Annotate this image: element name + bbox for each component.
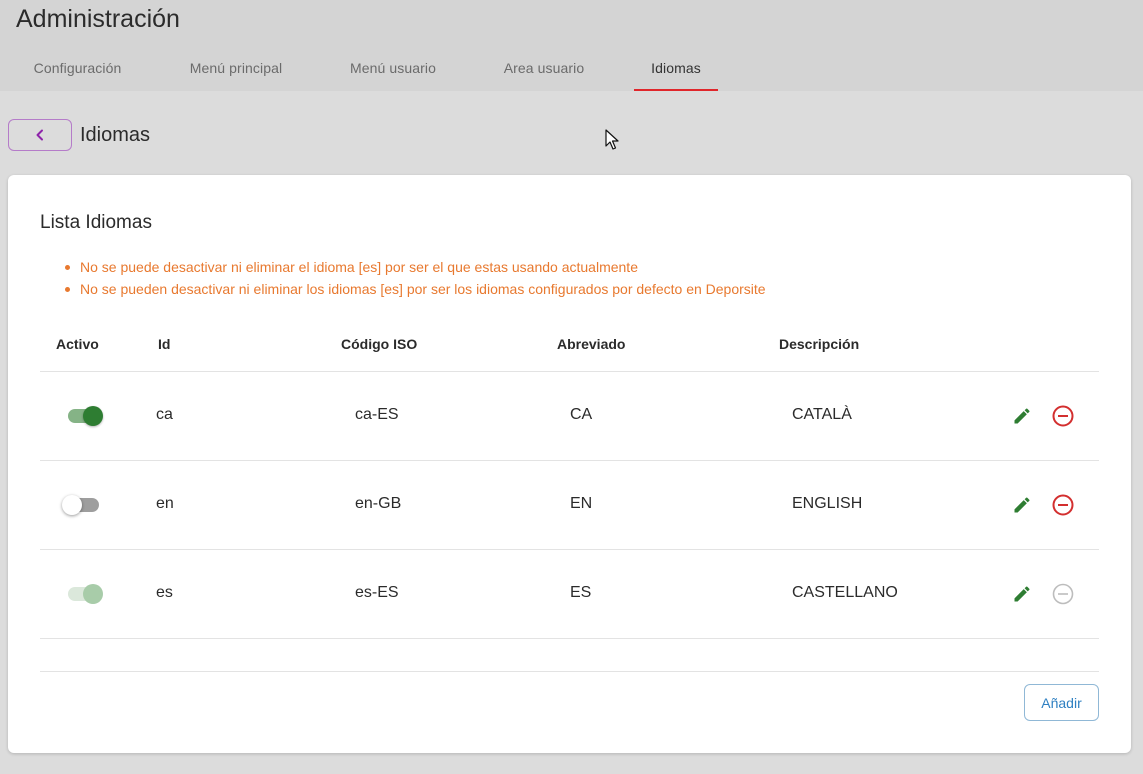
column-header-description: Descripción [779, 336, 860, 352]
cell-description: CASTELLANO [792, 584, 898, 601]
pencil-icon [1014, 408, 1030, 424]
cell-description: CATALÀ [792, 406, 852, 423]
tab-menu-usuario[interactable]: Menú usuario [332, 44, 454, 91]
toggle-thumb [62, 495, 82, 515]
active-toggle[interactable] [62, 493, 102, 517]
row-divider [40, 638, 1099, 639]
edit-button[interactable] [1010, 404, 1034, 428]
cell-short: ES [570, 584, 592, 601]
cell-short: CA [570, 406, 593, 423]
column-header-iso: Código ISO [341, 336, 418, 352]
column-header-short: Abreviado [557, 336, 626, 352]
pencil-icon [1014, 586, 1030, 602]
mouse-cursor-icon [605, 129, 619, 150]
languages-card: Lista Idiomas No se puede desactivar ni … [8, 175, 1131, 753]
cell-iso: ca-ES [355, 406, 399, 423]
toggle-thumb [83, 406, 103, 426]
delete-button-disabled [1051, 582, 1075, 606]
top-bar: Administración Configuración Menú princi… [0, 0, 1143, 91]
cell-iso: es-ES [355, 584, 399, 601]
cell-description: ENGLISH [792, 495, 863, 512]
cell-id: es [156, 584, 173, 601]
table-row: ca ca-ES CA CATALÀ [40, 371, 1099, 460]
minus-circle-icon [1052, 583, 1074, 605]
column-header-id: Id [158, 336, 171, 352]
back-button[interactable] [8, 119, 72, 151]
edit-button[interactable] [1010, 493, 1034, 517]
column-header-active: Activo [56, 336, 99, 352]
add-language-button[interactable]: Añadir [1024, 684, 1099, 721]
active-toggle[interactable] [65, 404, 105, 428]
table-row: en en-GB EN ENGLISH [40, 460, 1099, 549]
delete-button[interactable] [1051, 493, 1075, 517]
card-title: Lista Idiomas [40, 212, 152, 233]
minus-circle-icon [1052, 494, 1074, 516]
delete-button[interactable] [1051, 404, 1075, 428]
toggle-thumb [83, 584, 103, 604]
tab-area-usuario[interactable]: Area usuario [486, 44, 602, 91]
warning-item: No se pueden desactivar ni eliminar los … [58, 280, 766, 302]
chevron-left-icon [36, 129, 43, 141]
cell-short: EN [570, 495, 593, 512]
minus-circle-icon [1052, 405, 1074, 427]
section-title: Idiomas [80, 124, 151, 146]
table-row: es es-ES ES CASTELLANO [40, 549, 1099, 638]
footer-divider [40, 671, 1099, 672]
warning-item: No se puede desactivar ni eliminar el id… [58, 258, 766, 280]
tab-idiomas[interactable]: Idiomas [634, 44, 718, 91]
tab-configuracion[interactable]: Configuración [16, 44, 139, 91]
cell-id: ca [156, 406, 173, 423]
tab-menu-principal[interactable]: Menú principal [171, 44, 301, 91]
warning-list: No se puede desactivar ni eliminar el id… [58, 258, 766, 302]
pencil-icon [1014, 497, 1030, 513]
cell-iso: en-GB [355, 495, 402, 512]
app-title: Administración [16, 5, 180, 33]
cell-id: en [156, 495, 174, 512]
active-toggle[interactable] [65, 582, 105, 606]
edit-button[interactable] [1010, 582, 1034, 606]
